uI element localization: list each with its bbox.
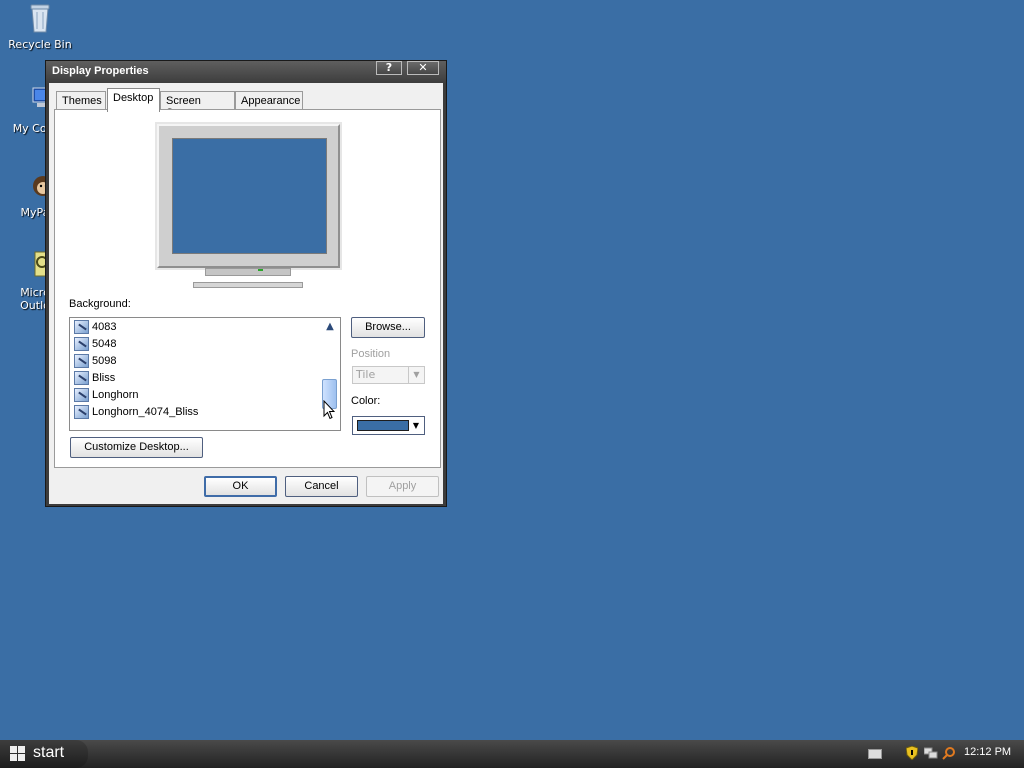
color-swatch bbox=[357, 420, 409, 431]
image-file-icon bbox=[74, 405, 89, 419]
list-item[interactable]: Longhorn_4074_Bliss bbox=[74, 405, 198, 421]
background-label: Background: bbox=[69, 298, 131, 310]
list-item[interactable]: 4083 bbox=[74, 320, 116, 336]
monitor-base bbox=[205, 268, 291, 276]
color-label: Color: bbox=[351, 395, 381, 407]
desktop: Recycle Bin My Com MyPa Micro Outlo Disp… bbox=[0, 0, 1024, 740]
recycle-bin-icon bbox=[24, 2, 56, 34]
desktop-tab-panel: Background: 4083 5048 5098 Bliss Longhor… bbox=[54, 109, 441, 468]
image-file-icon bbox=[74, 320, 89, 334]
start-label: start bbox=[33, 744, 65, 761]
image-file-icon bbox=[74, 354, 89, 368]
position-label: Position bbox=[351, 348, 391, 360]
apply-button[interactable]: Apply bbox=[366, 476, 439, 497]
taskbar: start 12:12 PM bbox=[0, 740, 1024, 768]
dialog-client: Themes Desktop Screen Saver Appearance B… bbox=[49, 83, 443, 504]
help-button[interactable]: ? bbox=[376, 61, 402, 75]
tab-screen-saver[interactable]: Screen Saver bbox=[160, 91, 235, 119]
power-led bbox=[258, 269, 263, 271]
position-value: Tile bbox=[356, 368, 376, 381]
mouse-cursor-icon bbox=[323, 400, 335, 420]
monitor-bezel bbox=[157, 124, 340, 268]
list-item[interactable]: 5098 bbox=[74, 354, 116, 370]
start-button[interactable]: start bbox=[0, 740, 88, 768]
chevron-down-icon: ▼ bbox=[412, 421, 420, 430]
position-dropdown[interactable]: Tile ▼ bbox=[352, 366, 425, 384]
security-shield-icon[interactable] bbox=[905, 745, 919, 761]
tab-appearance[interactable]: Appearance bbox=[235, 91, 303, 111]
list-item[interactable]: 5048 bbox=[74, 337, 116, 353]
display-properties-dialog: Display Properties ? ✕ Themes Desktop Sc… bbox=[45, 60, 447, 507]
scroll-up-arrow-icon[interactable]: ▲ bbox=[323, 321, 337, 332]
color-picker-button[interactable]: ▼ bbox=[352, 416, 425, 435]
system-tray: 12:12 PM bbox=[862, 740, 1024, 768]
customize-desktop-button[interactable]: Customize Desktop... bbox=[70, 437, 203, 458]
title-bar[interactable]: Display Properties ? ✕ bbox=[46, 61, 446, 83]
network-icon[interactable] bbox=[923, 746, 938, 760]
dialog-title: Display Properties bbox=[52, 65, 149, 77]
background-list[interactable]: 4083 5048 5098 Bliss Longhorn Longhorn_4… bbox=[69, 317, 341, 431]
ok-button[interactable]: OK bbox=[204, 476, 277, 497]
image-file-icon bbox=[74, 388, 89, 402]
monitor-preview bbox=[155, 122, 342, 288]
tab-desktop[interactable]: Desktop bbox=[107, 88, 160, 112]
image-file-icon bbox=[74, 337, 89, 351]
keyboard-icon[interactable] bbox=[868, 749, 882, 759]
search-icon[interactable] bbox=[942, 746, 955, 760]
monitor-screen-preview bbox=[172, 138, 327, 254]
desktop-icon-label: Recycle Bin bbox=[8, 38, 72, 51]
list-item[interactable]: Bliss bbox=[74, 371, 115, 387]
monitor-foot bbox=[193, 282, 303, 288]
cancel-button[interactable]: Cancel bbox=[285, 476, 358, 497]
close-button[interactable]: ✕ bbox=[407, 61, 439, 75]
tab-themes[interactable]: Themes bbox=[56, 91, 106, 111]
desktop-icon-recycle-bin[interactable]: Recycle Bin bbox=[0, 2, 80, 51]
windows-logo-icon bbox=[10, 746, 26, 762]
image-file-icon bbox=[74, 371, 89, 385]
clock[interactable]: 12:12 PM bbox=[964, 746, 1011, 758]
browse-button[interactable]: Browse... bbox=[351, 317, 425, 338]
list-item[interactable]: Longhorn bbox=[74, 388, 139, 404]
chevron-down-icon: ▼ bbox=[408, 367, 424, 383]
